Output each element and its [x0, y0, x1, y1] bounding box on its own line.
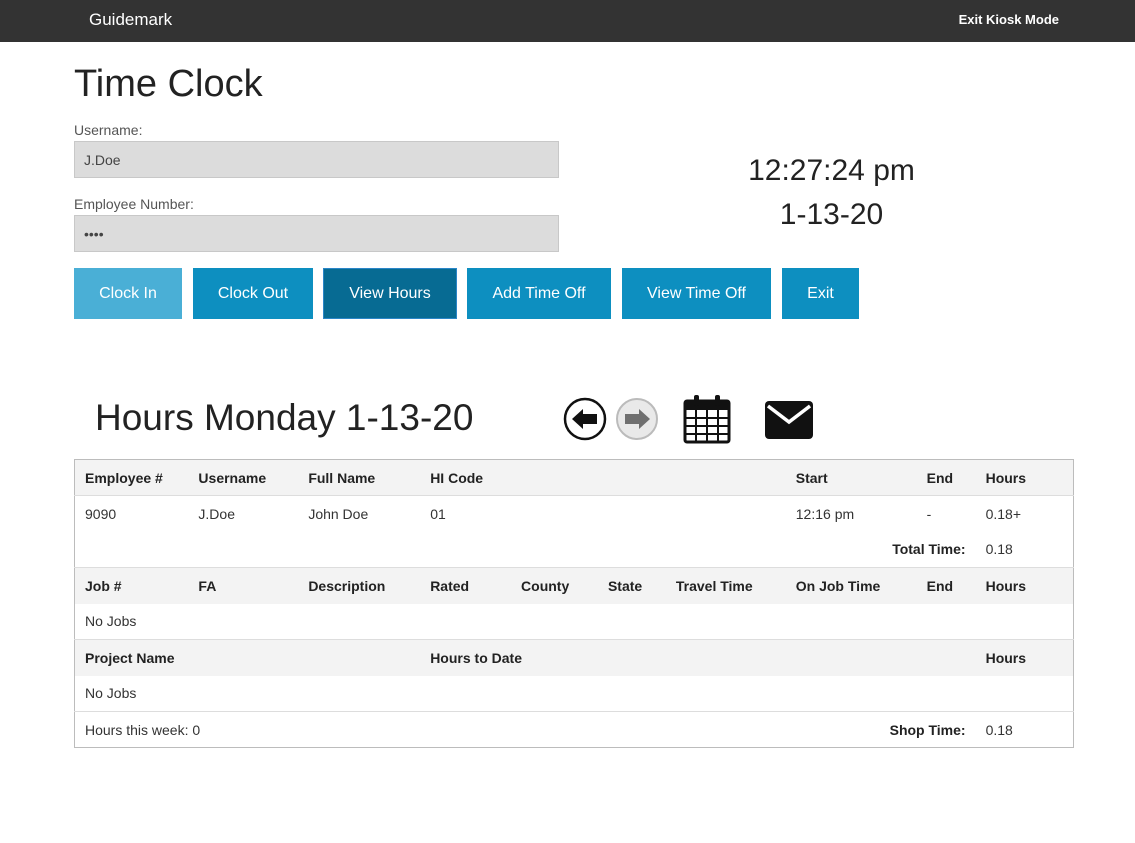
- shop-time-value: 0.18: [985, 721, 1013, 738]
- arrow-left-icon[interactable]: [563, 397, 607, 441]
- col-job-number: Job #: [74, 567, 189, 604]
- col-project-name: Project Name: [74, 639, 421, 676]
- col-state: State: [597, 567, 666, 604]
- no-jobs-row: No Jobs: [75, 604, 1074, 640]
- col-username: Username: [188, 459, 299, 496]
- hours-title: Hours Monday 1-13-20: [95, 397, 474, 438]
- page-title: Time Clock: [74, 63, 263, 105]
- shift-hi-code: 01: [430, 505, 446, 522]
- shift-end: -: [926, 505, 932, 522]
- job-header-row: Job # FA Description Rated County State …: [74, 567, 1074, 604]
- col-travel-time: Travel Time: [665, 567, 786, 604]
- col-start: Start: [785, 459, 917, 496]
- col-employee-number: Employee #: [74, 459, 189, 496]
- no-projects-text: No Jobs: [85, 685, 137, 702]
- col-end: End: [916, 459, 976, 496]
- shop-time-label: Shop Time:: [889, 721, 966, 738]
- project-header-row: Project Name Hours to Date Hours: [74, 639, 1074, 676]
- col-rated: Rated: [420, 567, 512, 604]
- view-time-off-button[interactable]: View Time Off: [622, 268, 771, 319]
- arrow-right-icon[interactable]: [615, 397, 659, 441]
- no-jobs-text: No Jobs: [85, 613, 137, 630]
- col-project-hours: Hours: [975, 639, 1074, 676]
- navbar: Guidemark Exit Kiosk Mode: [0, 0, 1135, 42]
- hours-table: Employee # Username Full Name HI Code St…: [74, 459, 1074, 748]
- username-label: Username:: [74, 122, 143, 138]
- summary-row: Hours this week: 0 Shop Time: 0.18: [74, 711, 1074, 748]
- shift-row: 9090 J.Doe John Doe 01 12:16 pm - 0.18+: [74, 495, 1074, 532]
- shift-full-name: John Doe: [308, 505, 369, 522]
- col-fa: FA: [188, 567, 299, 604]
- total-time-label: Total Time:: [892, 541, 966, 558]
- col-hi-code: HI Code: [420, 459, 786, 496]
- col-full-name: Full Name: [298, 459, 421, 496]
- total-time-value: 0.18: [985, 541, 1013, 558]
- envelope-icon[interactable]: [764, 400, 814, 440]
- col-job-end: End: [916, 567, 976, 604]
- no-projects-row: No Jobs: [75, 676, 1074, 712]
- exit-kiosk-mode-link[interactable]: Exit Kiosk Mode: [959, 12, 1059, 27]
- shift-header-row: Employee # Username Full Name HI Code St…: [74, 459, 1074, 496]
- col-hours-to-date: Hours to Date: [420, 639, 976, 676]
- clock-time: 12:27:24 pm: [748, 154, 915, 187]
- calendar-icon[interactable]: [683, 394, 731, 444]
- shift-employee-number: 9090: [85, 505, 117, 522]
- brand-logo[interactable]: Guidemark: [89, 10, 172, 30]
- clock-in-button[interactable]: Clock In: [74, 268, 182, 319]
- total-row: Total Time: 0.18: [75, 532, 1074, 568]
- clock-date: 1-13-20: [779, 198, 884, 231]
- view-hours-button[interactable]: View Hours: [323, 268, 457, 319]
- col-on-job-time: On Job Time: [785, 567, 917, 604]
- exit-button[interactable]: Exit: [782, 268, 859, 319]
- shift-start: 12:16 pm: [795, 505, 855, 522]
- col-job-hours: Hours: [975, 567, 1074, 604]
- shift-hours: 0.18+: [985, 505, 1022, 522]
- employee-number-input[interactable]: [74, 215, 559, 252]
- username-input[interactable]: [74, 141, 559, 178]
- employee-number-label: Employee Number:: [74, 196, 194, 212]
- shift-username: J.Doe: [198, 505, 235, 522]
- col-county: County: [511, 567, 598, 604]
- hours-this-week: Hours this week: 0: [85, 721, 201, 738]
- clock-out-button[interactable]: Clock Out: [193, 268, 313, 319]
- col-description: Description: [298, 567, 421, 604]
- add-time-off-button[interactable]: Add Time Off: [467, 268, 611, 319]
- col-hours: Hours: [975, 459, 1074, 496]
